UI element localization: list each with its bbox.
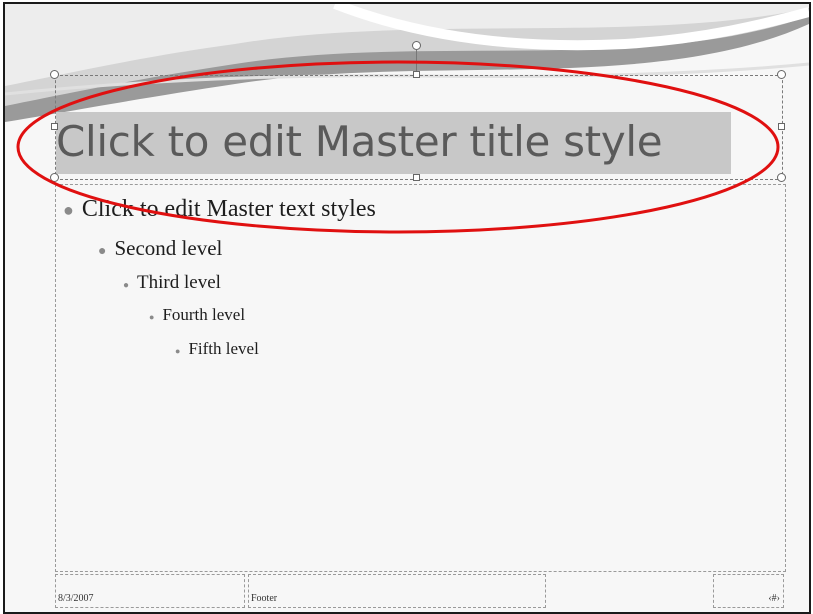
body-level-2[interactable]: ● Second level — [98, 236, 222, 261]
bullet-icon: ● — [149, 312, 155, 322]
bullet-icon: ● — [98, 244, 107, 259]
title-text[interactable]: Click to edit Master title style — [56, 111, 663, 173]
resize-handle-top-left[interactable] — [50, 70, 59, 79]
body-level-3-text: Third level — [137, 272, 221, 293]
body-level-5-text: Fifth level — [188, 339, 259, 358]
bullet-icon: ● — [63, 200, 74, 220]
footer-text: Footer — [251, 593, 278, 604]
body-level-1-text: Click to edit Master text styles — [81, 196, 376, 222]
title-placeholder[interactable]: Click to edit Master title style — [55, 75, 783, 180]
resize-handle-bottom[interactable] — [413, 174, 420, 181]
bullet-icon: ● — [123, 280, 130, 291]
resize-handle-right[interactable] — [778, 123, 785, 130]
date-text: 8/3/2007 — [58, 593, 94, 604]
date-placeholder[interactable]: 8/3/2007 — [55, 574, 245, 608]
resize-handle-top-right[interactable] — [777, 70, 786, 79]
body-level-4[interactable]: ● Fourth level — [149, 305, 245, 325]
resize-handle-bottom-left[interactable] — [50, 173, 59, 182]
slide-master-canvas: Click to edit Master title style ● Click … — [3, 2, 811, 614]
slide-number-text: ‹#› — [768, 593, 780, 604]
resize-handle-bottom-right[interactable] — [777, 173, 786, 182]
slide-number-placeholder[interactable]: ‹#› — [713, 574, 784, 608]
footer-placeholder[interactable]: Footer — [248, 574, 546, 608]
body-level-1[interactable]: ● Click to edit Master text styles — [63, 196, 376, 223]
resize-handle-left[interactable] — [51, 123, 58, 130]
bullet-icon: ● — [175, 346, 181, 356]
body-level-5[interactable]: ● Fifth level — [175, 339, 259, 359]
body-level-4-text: Fourth level — [162, 305, 246, 324]
rotation-handle[interactable] — [412, 41, 421, 50]
body-level-2-text: Second level — [114, 236, 223, 260]
body-level-3[interactable]: ● Third level — [123, 272, 221, 294]
resize-handle-top[interactable] — [413, 71, 420, 78]
